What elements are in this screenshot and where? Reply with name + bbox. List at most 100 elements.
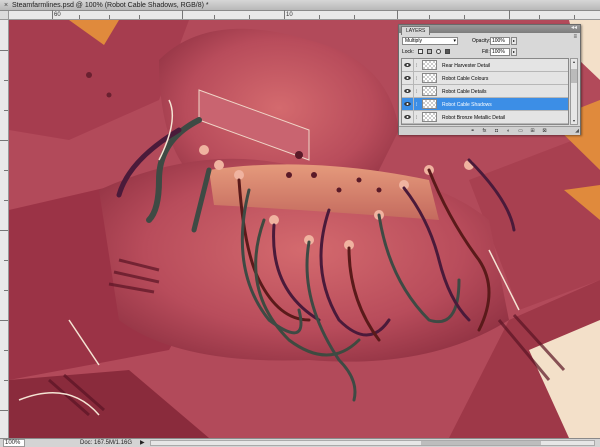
layer-row[interactable]: ⁞ Robot Cable Details (402, 85, 568, 98)
eye-icon (404, 89, 411, 93)
ruler-tick (139, 15, 140, 19)
link-icon[interactable]: ⚭ (469, 128, 476, 134)
document-title: Steamfarmlines.psd @ 100% (Robot Cable S… (12, 2, 209, 9)
layers-panel-footer: ⚭ fx ◘ ◐ ▭ ⊞ ⊠ ◢ (399, 126, 580, 135)
tab-layers[interactable]: LAYERS (401, 26, 431, 35)
ruler-origin[interactable] (0, 11, 9, 20)
ruler-tick (0, 320, 8, 321)
vertical-ruler[interactable] (0, 20, 9, 438)
ruler-tick (109, 15, 110, 19)
ruler-tick (0, 410, 8, 411)
blend-mode-value: Multiply (405, 38, 422, 44)
horizontal-scrollbar[interactable] (150, 440, 595, 446)
ruler-label: 10 (286, 12, 293, 18)
ruler-tick (214, 15, 215, 19)
visibility-toggle[interactable] (402, 111, 414, 124)
layer-row[interactable]: ⁞ Robot Bronze Metallic Detail (402, 111, 568, 124)
layer-thumbnail (422, 73, 437, 83)
ruler-tick (354, 15, 355, 19)
scroll-up-icon[interactable]: ▴ (571, 59, 577, 65)
lock-fill-row: Lock: Fill: 100% ▸ (402, 48, 578, 57)
layer-link-icon: ⁞ (416, 63, 418, 69)
visibility-toggle[interactable] (402, 72, 414, 85)
opacity-label: Opacity: (472, 38, 491, 44)
layer-row[interactable]: ⁞ Rear Harvester Detail (402, 59, 568, 72)
ruler-tick (52, 10, 53, 19)
fill-label: Fill: (482, 49, 490, 55)
eye-icon (404, 76, 411, 80)
lock-all-icon[interactable] (445, 49, 450, 54)
layer-name: Robot Cable Details (442, 89, 487, 95)
resize-grip-icon[interactable]: ◢ (575, 128, 579, 134)
ruler-tick (4, 290, 8, 291)
lock-pixels-icon[interactable] (427, 49, 432, 54)
horizontal-ruler[interactable]: 60 10 (9, 10, 600, 20)
ruler-tick (464, 15, 465, 19)
ruler-tick (0, 230, 8, 231)
layers-panel: ◂◂ LAYERS ≡ Multiply ▾ Opacity: 100% ▸ L… (398, 24, 581, 135)
layer-row-selected[interactable]: ⁞ Robot Cable Shadows (402, 98, 568, 111)
visibility-toggle[interactable] (402, 59, 414, 72)
layer-thumbnail (422, 86, 437, 96)
layer-thumbnail (422, 99, 437, 109)
mask-icon[interactable]: ◘ (493, 128, 500, 134)
lock-transparency-icon[interactable] (418, 49, 423, 54)
visibility-toggle[interactable] (402, 85, 414, 98)
layer-name: Robot Cable Shadows (442, 102, 492, 108)
layer-name: Robot Cable Colours (442, 76, 489, 82)
zoom-level-field[interactable]: 100% (3, 439, 25, 447)
collapse-icon[interactable]: ◂◂ (571, 24, 577, 31)
ruler-tick (0, 50, 8, 51)
document-info: Doc: 167.5M/1.16G (80, 440, 133, 446)
layer-list-scrollbar[interactable]: ▴ ▾ (570, 58, 578, 125)
fill-field[interactable]: 100% (490, 48, 510, 56)
ruler-tick (79, 15, 80, 19)
status-bar: 100% Doc: 167.5M/1.16G ▶ (0, 438, 600, 447)
fill-dropdown-icon[interactable]: ▸ (511, 48, 517, 56)
document-titlebar[interactable]: × Steamfarmlines.psd @ 100% (Robot Cable… (0, 0, 600, 11)
chevron-down-icon: ▾ (453, 38, 456, 44)
scrollbar-thumb[interactable] (571, 69, 577, 83)
blend-opacity-row: Multiply ▾ Opacity: 100% ▸ (402, 37, 578, 46)
trash-icon[interactable]: ⊠ (541, 128, 548, 134)
close-icon[interactable]: × (4, 0, 8, 10)
blend-mode-select[interactable]: Multiply ▾ (402, 37, 458, 45)
eye-icon (404, 115, 411, 119)
folder-icon[interactable]: ▭ (517, 128, 524, 134)
ruler-tick (539, 15, 540, 19)
fx-icon[interactable]: fx (481, 128, 488, 134)
document-window: × Steamfarmlines.psd @ 100% (Robot Cable… (0, 0, 600, 447)
ruler-tick (4, 200, 8, 201)
layer-thumbnail (422, 60, 437, 70)
ruler-tick (4, 380, 8, 381)
layer-link-icon: ⁞ (416, 102, 418, 108)
layer-list[interactable]: ⁞ Rear Harvester Detail ⁞ Robot Cable Co… (401, 58, 569, 125)
ruler-tick (4, 260, 8, 261)
ruler-tick (429, 15, 430, 19)
ruler-tick (4, 110, 8, 111)
layer-thumbnail (422, 112, 437, 122)
ruler-tick (182, 10, 183, 19)
eye-icon (404, 102, 411, 106)
adjustment-icon[interactable]: ◐ (505, 128, 512, 134)
new-layer-icon[interactable]: ⊞ (529, 128, 536, 134)
ruler-tick (319, 15, 320, 19)
ruler-tick (4, 350, 8, 351)
layer-link-icon: ⁞ (416, 76, 418, 82)
scrollbar-thumb[interactable] (421, 441, 541, 445)
ruler-tick (4, 80, 8, 81)
ruler-tick (397, 10, 398, 19)
opacity-field[interactable]: 100% (490, 37, 510, 45)
layer-link-icon: ⁞ (416, 89, 418, 95)
layer-row[interactable]: ⁞ Robot Cable Colours (402, 72, 568, 85)
status-menu-arrow-icon[interactable]: ▶ (140, 439, 145, 447)
ruler-tick (249, 15, 250, 19)
lock-position-icon[interactable] (436, 49, 441, 54)
layer-name: Rear Harvester Detail (442, 63, 491, 69)
opacity-dropdown-icon[interactable]: ▸ (511, 37, 517, 45)
ruler-tick (574, 15, 575, 19)
ruler-tick (4, 170, 8, 171)
scroll-down-icon[interactable]: ▾ (571, 118, 577, 124)
eye-icon (404, 63, 411, 67)
visibility-toggle[interactable] (402, 98, 414, 111)
